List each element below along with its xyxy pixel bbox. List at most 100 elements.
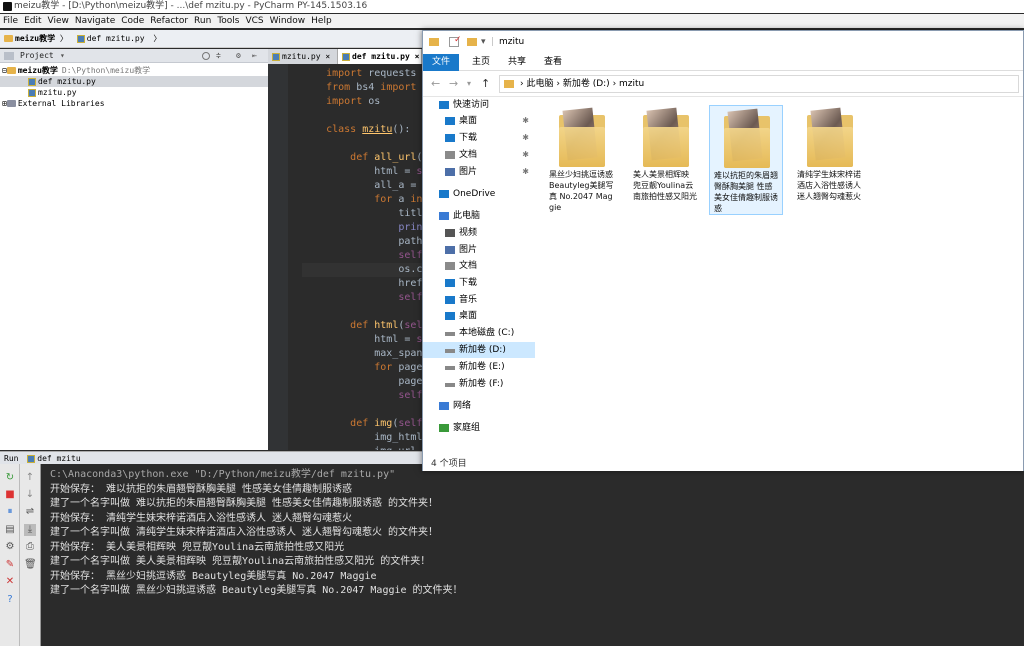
ribbon-tab-file[interactable]: 文件 — [423, 54, 459, 71]
run-config-name[interactable]: def mzitu — [37, 454, 80, 463]
tree-file-def-mzitu[interactable]: def mzitu.py — [0, 76, 268, 87]
help-icon[interactable]: ? — [4, 594, 16, 606]
settings-icon[interactable]: ⚙ — [4, 541, 16, 553]
tree-root[interactable]: ⊟ meizu教学 D:\Python\meizu教学 — [0, 65, 268, 76]
forward-icon[interactable]: → — [449, 77, 458, 90]
run-console[interactable]: C:\Anaconda3\python.exe "D:/Python/meizu… — [41, 464, 1024, 646]
address-drive-d[interactable]: 新加卷 (D:) — [563, 79, 610, 89]
code-line[interactable]: html = self — [302, 165, 422, 179]
nav-item[interactable]: 新加卷 (D:) — [423, 342, 535, 358]
code-line[interactable]: for a in al — [302, 193, 422, 207]
nav-item[interactable]: OneDrive — [423, 186, 535, 202]
code-line[interactable]: href = — [302, 277, 422, 291]
new-folder-icon[interactable] — [467, 38, 477, 46]
project-panel-title[interactable]: Project — [20, 49, 54, 63]
code-line[interactable]: from bs4 import Bea — [302, 81, 422, 95]
close-icon[interactable]: × — [415, 52, 420, 61]
nav-item[interactable]: 此电脑 — [423, 208, 535, 224]
print-icon[interactable]: ⎙ — [24, 541, 36, 553]
code-line[interactable]: self.mk — [302, 249, 422, 263]
nav-item[interactable]: 新加卷 (E:) — [423, 359, 535, 375]
gear-icon[interactable]: ⚙ — [236, 49, 241, 63]
nav-item[interactable]: 桌面 — [423, 308, 535, 324]
nav-item[interactable]: 下载 ✱ — [423, 130, 535, 146]
folder-item[interactable]: 黑丝少妇挑逗诱惑 Beautyleg美腿写真 No.2047 Maggie — [545, 105, 619, 215]
menu-vcs[interactable]: VCS — [242, 14, 266, 28]
tree-file-mzitu[interactable]: mzitu.py — [0, 87, 268, 98]
dump-threads-icon[interactable]: ▤ — [4, 524, 16, 536]
code-line[interactable]: def img(self, p — [302, 417, 422, 431]
nav-item[interactable]: 音乐 — [423, 292, 535, 308]
code-line[interactable]: class mzitu(): — [302, 123, 410, 137]
tab-def-mzitu[interactable]: def mzitu.py × — [338, 49, 422, 64]
nav-item[interactable]: 文档 — [423, 258, 535, 274]
address-bar[interactable]: › 此电脑 › 新加卷 (D:) › mzitu — [499, 75, 1019, 93]
menu-refactor[interactable]: Refactor — [147, 14, 191, 28]
menu-window[interactable]: Window — [267, 14, 309, 28]
code-line[interactable]: def all_url(sel — [302, 151, 422, 165]
code-line[interactable]: page_ur — [302, 375, 422, 389]
trash-icon[interactable]: 🗑 — [24, 559, 37, 571]
menu-edit[interactable]: Edit — [21, 14, 44, 28]
code-line[interactable]: img_html = — [302, 431, 422, 445]
hide-panel-icon[interactable]: ⇤ — [252, 49, 257, 63]
breadcrumb-project[interactable]: meizu教学 〉 — [4, 30, 68, 48]
back-icon[interactable]: ← — [431, 77, 440, 90]
pin-icon[interactable]: ✱ — [522, 164, 529, 180]
sync-icon[interactable] — [202, 52, 210, 60]
code-line[interactable]: self.ht — [302, 291, 422, 305]
nav-item[interactable]: 视频 — [423, 225, 535, 241]
code-line[interactable]: img_url = — [302, 445, 422, 450]
folder-item[interactable]: 难以抗拒的朱眉翘臀酥胸美腿 性感美女佳倩趣制服诱惑 — [709, 105, 783, 215]
tab-mzitu[interactable]: mzitu.py × — [268, 49, 338, 64]
code-line[interactable]: title = — [302, 207, 422, 221]
code-line[interactable]: os.chdi — [302, 263, 422, 277]
menu-code[interactable]: Code — [118, 14, 147, 28]
code-line[interactable]: max_span = — [302, 347, 422, 361]
pause-icon[interactable]: ⏸ — [4, 506, 16, 518]
code-line[interactable]: path = — [302, 235, 422, 249]
nav-item[interactable]: 家庭组 — [423, 420, 535, 436]
folder-item[interactable]: 美人美景相辉映 兜豆靓Youlina云南旅拍性感又阳光 — [629, 105, 703, 215]
ribbon-tab-home[interactable]: 主页 — [467, 54, 495, 71]
soft-wrap-icon[interactable]: ⇌ — [24, 506, 36, 518]
ribbon-tab-share[interactable]: 共享 — [503, 54, 531, 71]
menu-tools[interactable]: Tools — [214, 14, 242, 28]
ribbon-tab-view[interactable]: 查看 — [539, 54, 567, 71]
nav-item[interactable]: 图片 — [423, 242, 535, 258]
nav-item[interactable]: 新加卷 (F:) — [423, 376, 535, 392]
pin-icon[interactable]: ✎ — [4, 559, 16, 571]
code-line[interactable]: all_a = Bea — [302, 179, 422, 193]
code-line[interactable]: print(u — [302, 221, 422, 235]
address-mzitu[interactable]: mzitu — [619, 79, 644, 89]
up-icon[interactable]: ↑ — [481, 77, 490, 90]
recent-locations-icon[interactable]: ▾ — [467, 79, 471, 88]
code-line[interactable]: import requests — [302, 67, 416, 81]
rerun-icon[interactable]: ↻ — [4, 472, 16, 484]
code-line[interactable]: for page in — [302, 361, 422, 375]
tree-external-libraries[interactable]: ⊞ External Libraries — [0, 98, 268, 109]
dropdown-arrow-icon[interactable]: ▾ — [60, 49, 65, 63]
pin-icon[interactable]: ✱ — [522, 147, 529, 163]
close-icon[interactable]: ✕ — [4, 576, 16, 588]
address-this-pc[interactable]: 此电脑 — [526, 79, 553, 89]
pin-icon[interactable]: ✱ — [522, 130, 529, 146]
arrow-down-icon[interactable]: ↓ — [24, 489, 36, 501]
collapse-icon[interactable]: ≑ — [216, 49, 221, 63]
menu-run[interactable]: Run — [191, 14, 214, 28]
nav-item[interactable]: 文档 ✱ — [423, 147, 535, 163]
menu-file[interactable]: File — [0, 14, 21, 28]
nav-item[interactable]: 网络 — [423, 398, 535, 414]
scroll-to-end-icon[interactable]: ⤓ — [24, 524, 36, 536]
nav-item[interactable]: 图片 ✱ — [423, 164, 535, 180]
pin-icon[interactable]: ✱ — [522, 113, 529, 129]
menu-view[interactable]: View — [45, 14, 72, 28]
nav-item[interactable]: 下载 — [423, 275, 535, 291]
code-line[interactable]: self.im — [302, 389, 422, 403]
code-line[interactable]: def html(self, — [302, 319, 422, 333]
code-line[interactable]: import os — [302, 95, 380, 109]
menu-help[interactable]: Help — [308, 14, 335, 28]
nav-item[interactable]: 快速访问 — [423, 97, 535, 113]
code-line[interactable]: html = self — [302, 333, 422, 347]
arrow-up-icon[interactable]: ↑ — [24, 472, 36, 484]
